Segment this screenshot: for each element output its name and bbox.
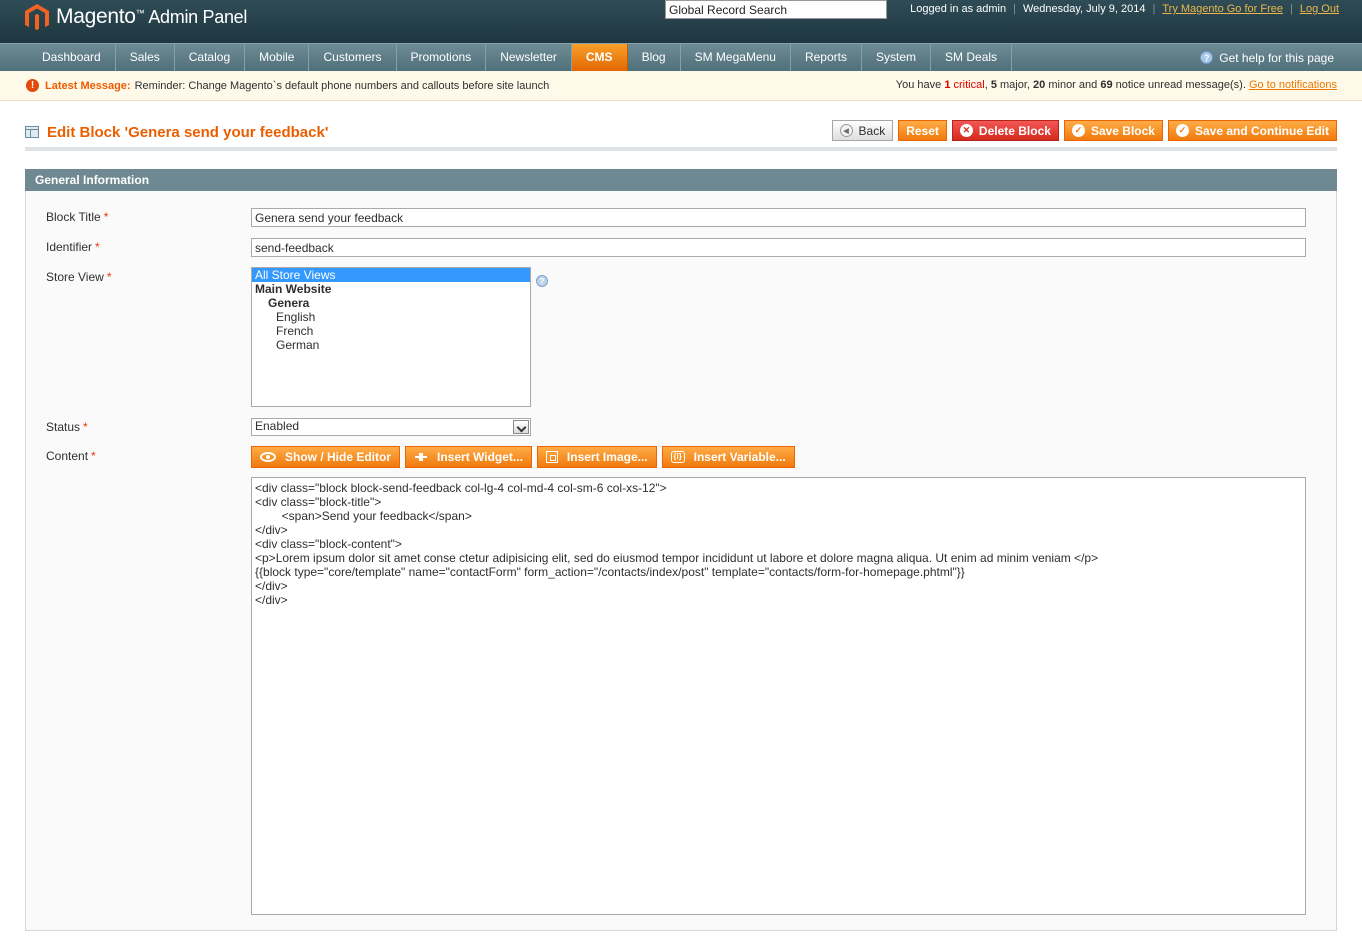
content-textarea[interactable]: <div class="block block-send-feedback co… (251, 477, 1306, 915)
nav-item-sales[interactable]: Sales (116, 44, 175, 71)
nav-item-dashboard[interactable]: Dashboard (28, 44, 116, 71)
nav-item-blog[interactable]: Blog (628, 44, 681, 71)
alert-icon: ! (26, 79, 39, 92)
nav-item-sm-megamenu[interactable]: SM MegaMenu (681, 44, 791, 71)
nav-item-promotions[interactable]: Promotions (397, 44, 487, 71)
delete-icon: ✕ (959, 124, 973, 137)
store-view-select[interactable]: All Store Views Main Website Genera Engl… (251, 267, 531, 407)
nav-item-system[interactable]: System (862, 44, 932, 71)
page-icon (25, 126, 39, 138)
magento-logo-icon (25, 4, 49, 30)
store-option-french[interactable]: French (252, 324, 530, 338)
insert-variable-button[interactable]: {i} Insert Variable... (661, 446, 795, 468)
identifier-input[interactable] (251, 238, 1306, 257)
nav-items: Dashboard Sales Catalog Mobile Customers… (28, 44, 1013, 71)
block-title-label: Block Title * (46, 210, 109, 224)
status-select[interactable]: Enabled (251, 418, 531, 436)
latest-message-label: Latest Message: (45, 79, 131, 92)
latest-message-text: Reminder: Change Magento`s default phone… (134, 79, 550, 92)
store-option-german[interactable]: German (252, 338, 530, 352)
logged-in-text: Logged in as admin (910, 3, 1007, 15)
reset-button[interactable]: Reset (898, 120, 947, 141)
content-label: Content * (46, 449, 96, 463)
chevron-down-icon (513, 420, 529, 434)
latest-message: ! Latest Message: Reminder: Change Magen… (26, 79, 549, 92)
main-nav: Dashboard Sales Catalog Mobile Customers… (0, 43, 1362, 71)
header-links: Logged in as admin | Wednesday, July 9, … (910, 3, 1339, 15)
global-search-input[interactable] (665, 0, 887, 19)
logo-text: Magento™ Admin Panel (56, 5, 248, 28)
store-group-website: Main Website (255, 282, 332, 296)
save-block-button[interactable]: ✓ Save Block (1063, 120, 1163, 141)
logout-link[interactable]: Log Out (1300, 3, 1339, 15)
store-option-all[interactable]: All Store Views (252, 268, 530, 282)
show-hide-editor-button[interactable]: Show / Hide Editor (251, 446, 401, 468)
nav-item-sm-deals[interactable]: SM Deals (931, 44, 1013, 71)
nav-item-newsletter[interactable]: Newsletter (486, 44, 572, 71)
logo[interactable]: Magento™ Admin Panel (24, 2, 247, 32)
go-to-notifications-link[interactable]: Go to notifications (1249, 79, 1337, 91)
block-title-input[interactable] (251, 208, 1306, 227)
widget-icon (414, 451, 428, 463)
try-magento-link[interactable]: Try Magento Go for Free (1162, 3, 1283, 15)
back-button[interactable]: ◀ Back (831, 120, 894, 141)
back-icon: ◀ (839, 124, 853, 137)
header-divider (25, 147, 1337, 151)
section-title: General Information (25, 169, 1337, 191)
check-icon: ✓ (1175, 124, 1189, 137)
store-option-english[interactable]: English (252, 310, 530, 324)
nav-item-mobile[interactable]: Mobile (245, 44, 310, 71)
variable-icon: {i} (670, 451, 685, 463)
date-text: Wednesday, July 9, 2014 (1022, 3, 1146, 15)
store-group-store: Genera (268, 296, 310, 310)
delete-block-button[interactable]: ✕ Delete Block (951, 120, 1059, 141)
eye-icon (260, 452, 276, 462)
status-label: Status * (46, 420, 88, 434)
nav-item-catalog[interactable]: Catalog (175, 44, 246, 71)
save-continue-button[interactable]: ✓ Save and Continue Edit (1167, 120, 1337, 141)
form-buttons: ◀ Back Reset ✕ Delete Block ✓ Save Block… (831, 120, 1337, 141)
page-title: Edit Block 'Genera send your feedback' (47, 124, 329, 141)
editor-toolbar: Show / Hide Editor Insert Widget... Inse… (251, 446, 795, 468)
nav-item-cms[interactable]: CMS (571, 44, 628, 71)
nav-item-customers[interactable]: Customers (309, 44, 397, 71)
help-icon: ? (1200, 51, 1214, 64)
identifier-label: Identifier * (46, 240, 100, 254)
store-view-label: Store View * (46, 270, 112, 284)
message-summary: You have 1 critical, 5 major, 20 minor a… (895, 79, 1337, 91)
image-icon (545, 451, 558, 463)
check-icon: ✓ (1071, 124, 1085, 137)
notification-bar: ! Latest Message: Reminder: Change Magen… (0, 71, 1362, 101)
store-view-help-icon[interactable]: ? (536, 275, 548, 287)
insert-widget-button[interactable]: Insert Widget... (405, 446, 532, 468)
insert-image-button[interactable]: Insert Image... (536, 446, 657, 468)
admin-header: Magento™Admin Panel Logged in as admin |… (0, 0, 1362, 43)
nav-item-reports[interactable]: Reports (791, 44, 862, 71)
help-link[interactable]: ? Get help for this page (1200, 44, 1334, 71)
help-link-label: Get help for this page (1219, 50, 1334, 65)
